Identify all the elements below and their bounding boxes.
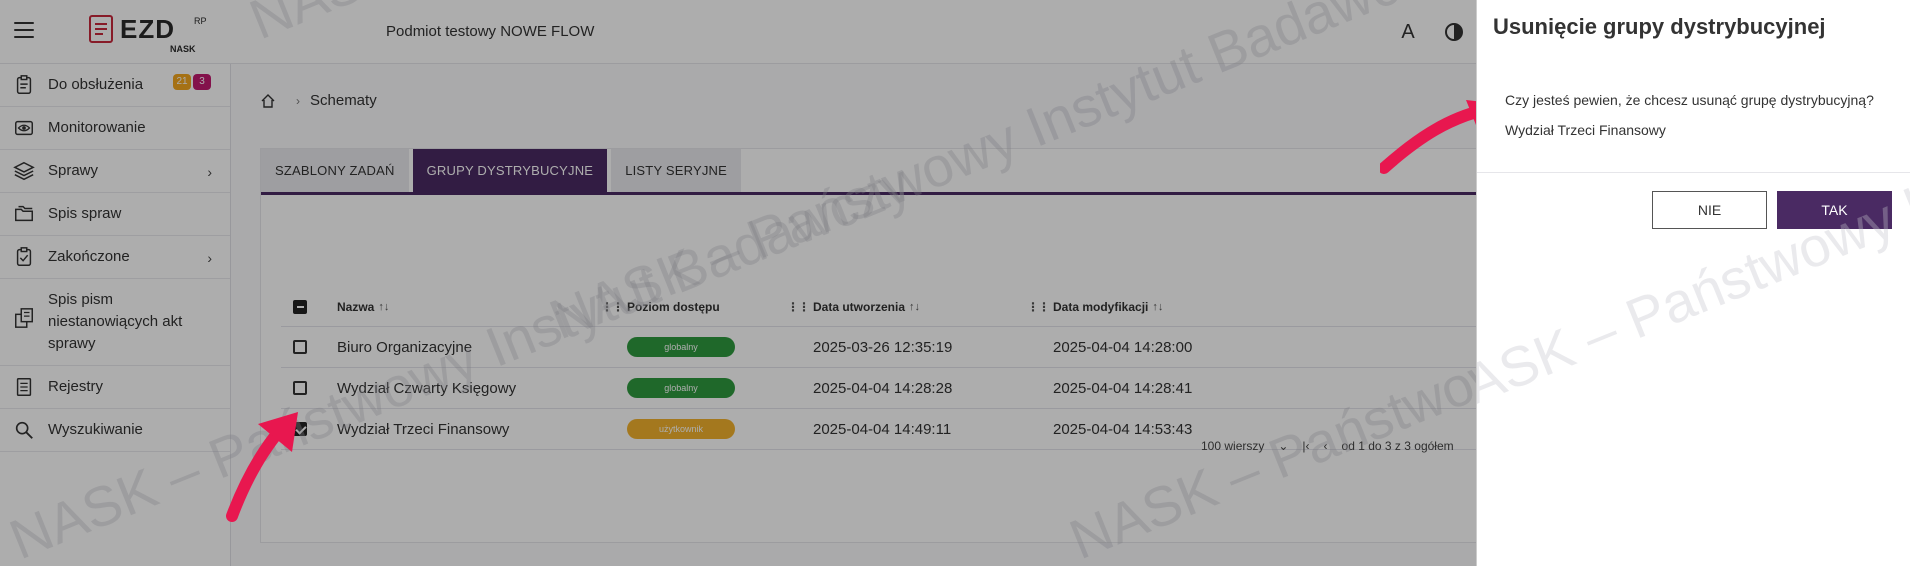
modal-backdrop[interactable] (0, 0, 1476, 566)
dialog-group-name: Wydział Trzeci Finansowy (1505, 122, 1666, 138)
dialog-divider (1477, 172, 1910, 173)
cancel-button[interactable]: NIE (1652, 191, 1767, 229)
dialog-title: Usunięcie grupy dystrybucyjnej (1493, 14, 1826, 39)
confirm-delete-button[interactable]: TAK (1777, 191, 1892, 229)
watermark: NASK – Państwowy Instytut Badawczy (1477, 11, 1910, 431)
delete-group-dialog: Usunięcie grupy dystrybucyjnej Czy jeste… (1476, 0, 1910, 566)
dialog-question: Czy jesteś pewien, że chcesz usunąć grup… (1505, 92, 1874, 108)
